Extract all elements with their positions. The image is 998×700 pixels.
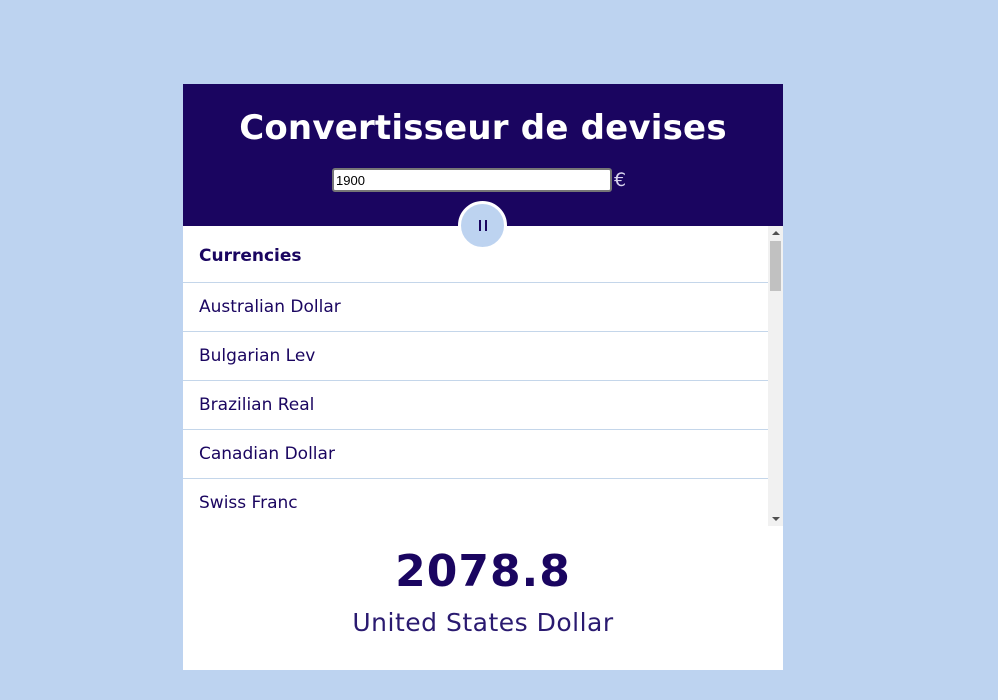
list-scrollbar[interactable] <box>768 226 783 526</box>
result-value: 2078.8 <box>395 546 571 597</box>
header: Convertisseur de devises € <box>183 84 783 250</box>
result-currency: United States Dollar <box>352 608 614 637</box>
converter-card: Convertisseur de devises € Currencies Au… <box>183 84 783 670</box>
euro-symbol: € <box>614 169 627 191</box>
currency-list-container: Currencies Australian Dollar Bulgarian L… <box>183 226 783 526</box>
pause-button[interactable] <box>458 201 507 250</box>
amount-row: € <box>332 165 626 195</box>
list-item-canadian-dollar[interactable]: Canadian Dollar <box>183 430 768 479</box>
list-item-swiss-franc[interactable]: Swiss Franc <box>183 479 768 526</box>
pause-icon <box>478 220 487 231</box>
scroll-down-icon[interactable] <box>768 512 783 526</box>
result-panel: 2078.8 United States Dollar <box>183 526 783 670</box>
list-item-australian-dollar[interactable]: Australian Dollar <box>183 283 768 332</box>
scroll-up-icon[interactable] <box>768 226 783 240</box>
list-item-bulgarian-lev[interactable]: Bulgarian Lev <box>183 332 768 381</box>
list-item-brazilian-real[interactable]: Brazilian Real <box>183 381 768 430</box>
currency-list[interactable]: Currencies Australian Dollar Bulgarian L… <box>183 226 768 526</box>
scroll-thumb[interactable] <box>770 241 781 291</box>
page-title: Convertisseur de devises <box>239 108 727 148</box>
amount-input[interactable] <box>332 168 612 192</box>
